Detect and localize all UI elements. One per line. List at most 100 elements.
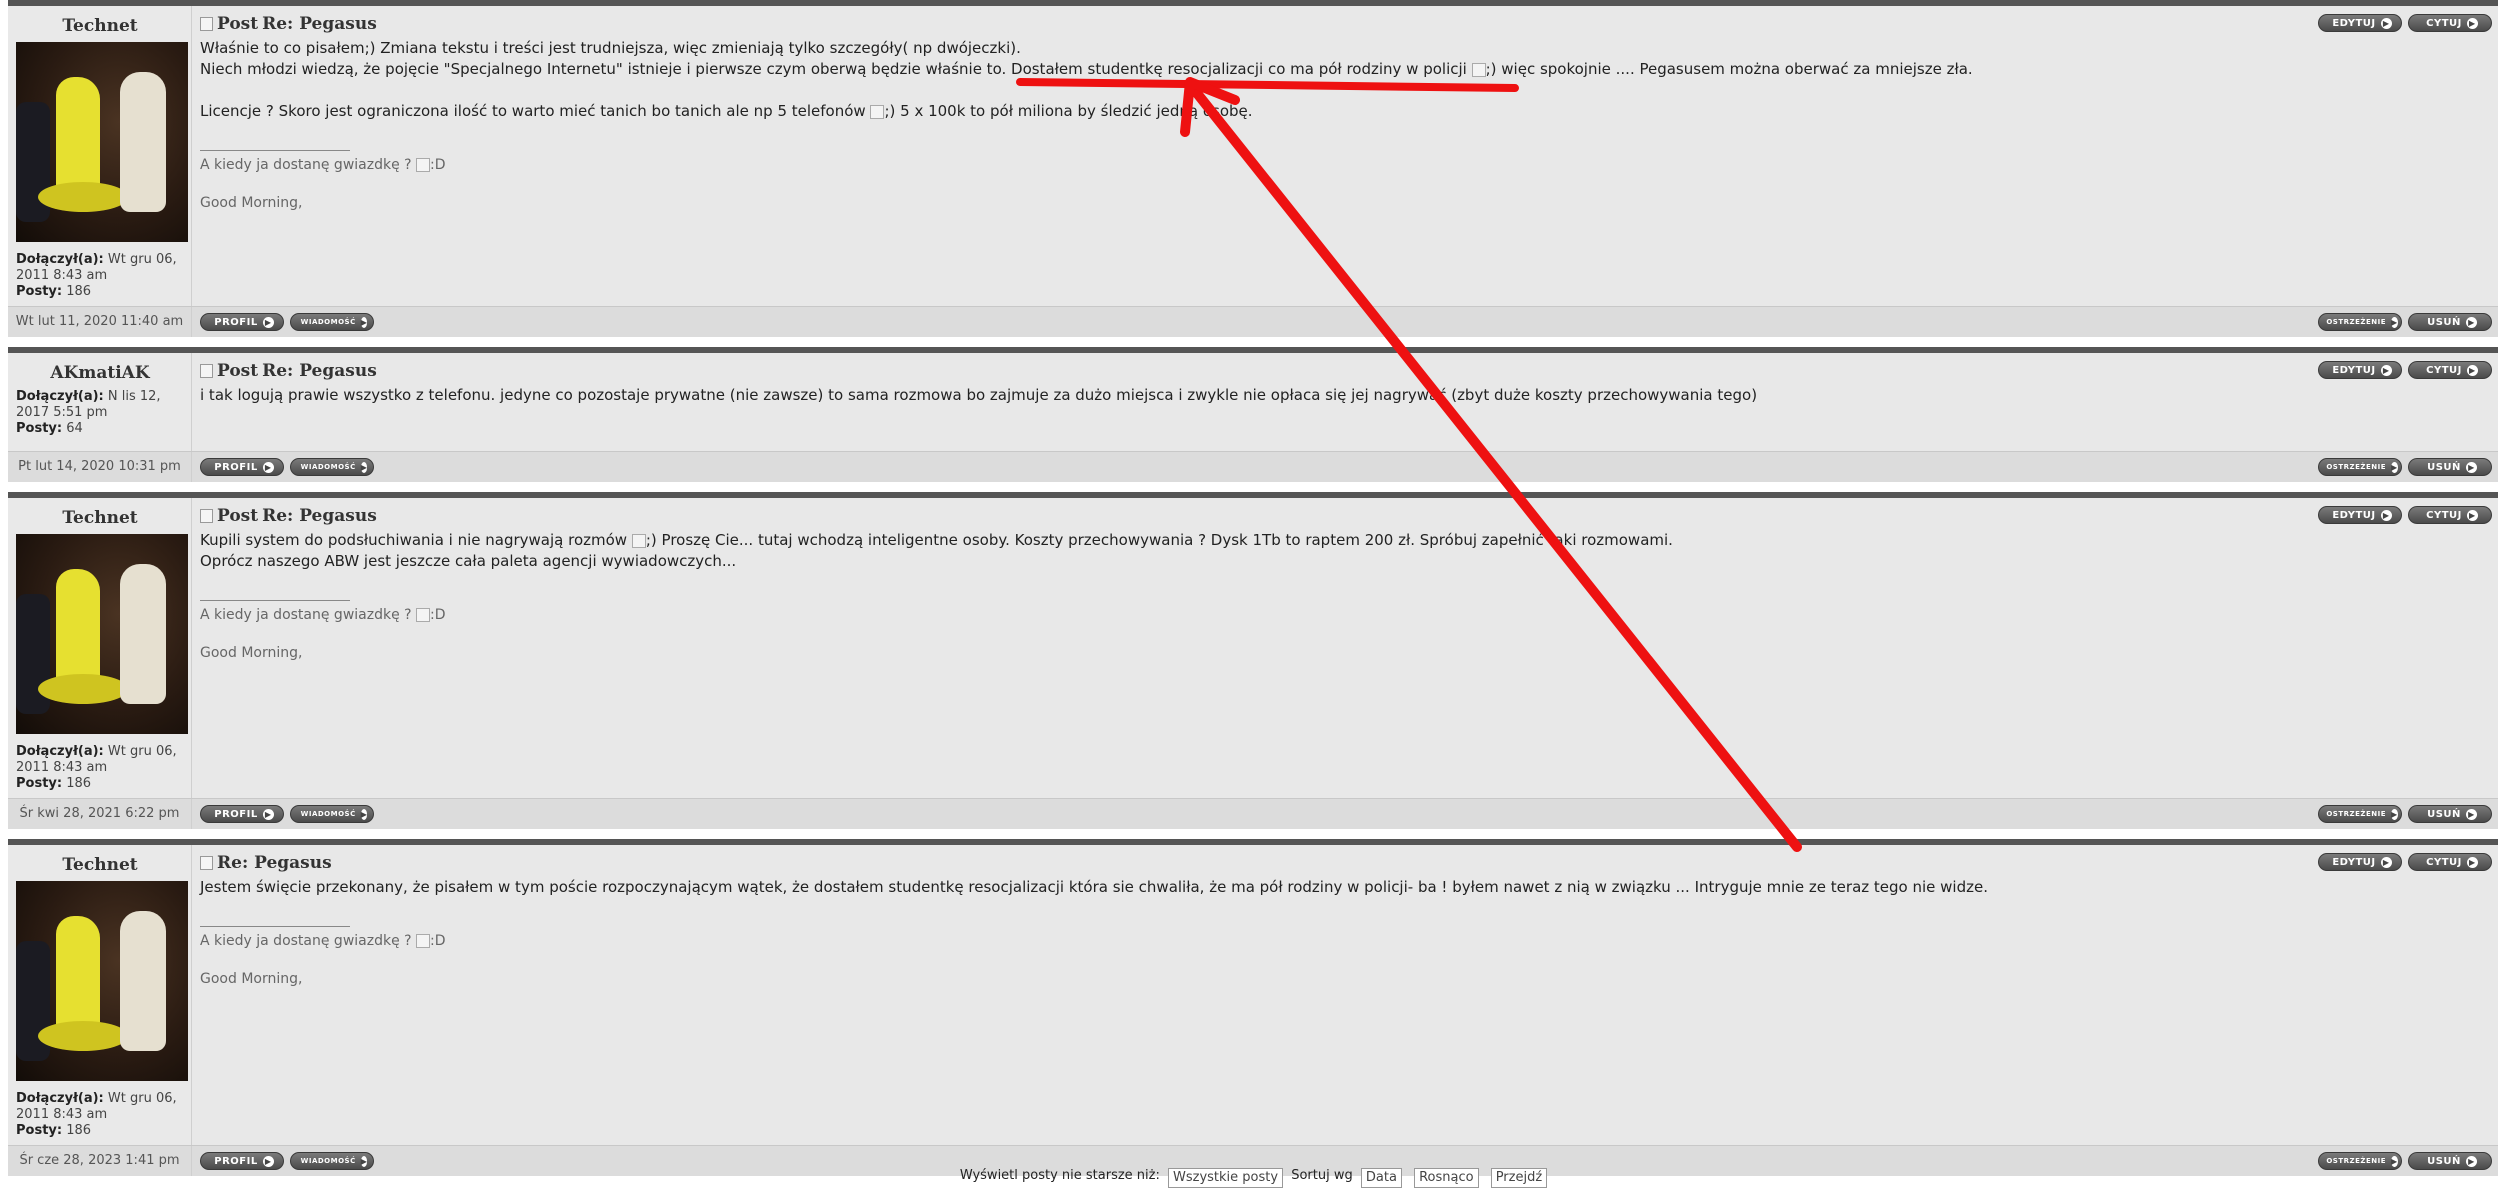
arrow-icon: ▶ [2466,856,2478,868]
quote-button[interactable]: CYTUJ ▶ [2408,14,2492,32]
arrow-icon: ▶ [262,808,274,820]
delete-button[interactable]: USUŃ ▶ [2408,805,2492,823]
profile-button[interactable]: PROFIL ▶ [200,805,284,823]
edit-button[interactable]: EDYTUJ ▶ [2318,14,2402,32]
post-subject[interactable]: Post Re: Pegasus [200,361,2490,381]
post-actions: EDYTUJ ▶ CYTUJ ▶ [2318,506,2492,524]
post-footer: Wt lut 11, 2020 11:40 am PROFIL ▶ WIADOMO… [8,306,2498,337]
message-button[interactable]: WIADOMOŚĆ ▶ [290,805,374,823]
sort-label: Sortuj wg [1291,1168,1353,1183]
show-posts-select[interactable]: Wszystkie posty [1168,1168,1284,1188]
post: AKmatiAK Dołączył(a): N lis 12, 2017 5:5… [8,347,2498,451]
edit-button[interactable]: EDYTUJ ▶ [2318,853,2402,871]
arrow-icon: ▶ [360,461,368,473]
message-button[interactable]: WIADOMOŚĆ ▶ [290,458,374,476]
post-subject[interactable]: Post Re: Pegasus [200,506,2490,526]
author-name[interactable]: Technet [16,855,184,875]
post-icon [200,17,213,31]
post-body: i tak logują prawie wszystko z telefonu.… [200,386,1758,404]
warn-button[interactable]: OSTRZEŻENIE ▶ [2318,805,2402,823]
edit-button[interactable]: EDYTUJ ▶ [2318,506,2402,524]
post-subject[interactable]: Re: Pegasus [200,853,2490,873]
signature: A kiedy ja dostanę gwiazdkę ? :D Good Mo… [200,933,446,987]
sort-key-select[interactable]: Data [1360,1168,1402,1188]
post-content: Post Re: Pegasus i tak logują prawie wsz… [192,353,2498,451]
post-date: Śr kwi 28, 2021 6:22 pm [8,799,192,829]
arrow-icon: ▶ [2465,808,2477,820]
arrow-icon: ▶ [360,808,368,820]
signature-divider [200,926,350,927]
arrow-icon: ▶ [2465,1155,2477,1167]
show-posts-label: Wyświetl posty nie starsze niż: [959,1168,1160,1183]
author-panel: Technet Dołączył(a): Wt gru 06, 2011 8:4… [8,845,192,1145]
arrow-icon: ▶ [262,1155,274,1167]
author-panel: AKmatiAK Dołączył(a): N lis 12, 2017 5:5… [8,353,192,451]
grin-emoticon-icon [416,608,431,622]
profile-button[interactable]: PROFIL ▶ [200,458,284,476]
author-panel: Technet Dołączył(a): Wt gru 06, 2011 8:4… [8,498,192,798]
signature-divider [200,600,350,601]
post-actions: EDYTUJ ▶ CYTUJ ▶ [2318,14,2492,32]
author-name[interactable]: Technet [16,508,184,528]
arrow-icon: ▶ [262,316,274,328]
post-date: Wt lut 11, 2020 11:40 am [8,307,192,337]
post: Technet Dołączył(a): Wt gru 06, 2011 8:4… [8,839,2498,1145]
arrow-icon: ▶ [2466,509,2478,521]
arrow-icon: ▶ [2390,316,2398,328]
warn-button[interactable]: OSTRZEŻENIE ▶ [2318,458,2402,476]
post-content: Re: Pegasus Jestem święcie przekonany, ż… [192,845,2498,1145]
arrow-icon: ▶ [2390,808,2398,820]
post-actions: EDYTUJ ▶ CYTUJ ▶ [2318,361,2492,379]
arrow-icon: ▶ [2466,17,2478,29]
delete-button[interactable]: USUŃ ▶ [2408,313,2492,331]
post-body: Właśnie to co pisałem;) Zmiana tekstu i … [200,39,1973,120]
quote-button[interactable]: CYTUJ ▶ [2408,853,2492,871]
post-subject[interactable]: Post Re: Pegasus [200,14,2490,34]
wink-emoticon-icon [1471,62,1486,77]
arrow-icon: ▶ [2380,364,2392,376]
avatar [16,881,188,1081]
arrow-icon: ▶ [2390,1155,2398,1167]
author-panel: Technet Dołączył(a): Wt gru 06, 2011 8:4… [8,6,192,306]
post-icon [200,364,213,378]
arrow-icon: ▶ [2390,461,2398,473]
author-meta: Dołączył(a): Wt gru 06, 2011 8:43 am Pos… [16,744,177,791]
post-body: Kupili system do podsłuchiwania i nie na… [200,531,1673,570]
arrow-icon: ▶ [2465,316,2477,328]
post-content: Post Re: Pegasus Właśnie to co pisałem;)… [192,6,2498,306]
avatar [16,534,188,734]
signature: A kiedy ja dostanę gwiazdkę ? :D Good Mo… [200,607,446,661]
go-button[interactable]: Przejdź [1490,1168,1548,1188]
delete-button[interactable]: USUŃ ▶ [2408,458,2492,476]
author-meta: Dołączył(a): Wt gru 06, 2011 8:43 am Pos… [16,252,177,299]
post-body: Jestem święcie przekonany, że pisałem w … [200,878,1988,896]
post-date: Pt lut 14, 2020 10:31 pm [8,452,192,482]
edit-button[interactable]: EDYTUJ ▶ [2318,361,2402,379]
post-actions: EDYTUJ ▶ CYTUJ ▶ [2318,853,2492,871]
arrow-icon: ▶ [360,316,368,328]
signature: A kiedy ja dostanę gwiazdkę ? :D Good Mo… [200,157,446,211]
author-name[interactable]: Technet [16,16,184,36]
quote-button[interactable]: CYTUJ ▶ [2408,506,2492,524]
grin-emoticon-icon [416,158,431,172]
post-footer: Pt lut 14, 2020 10:31 pm PROFIL ▶ WIADOMO… [8,451,2498,482]
post-icon [200,509,213,523]
sort-order-select[interactable]: Rosnąco [1414,1168,1479,1188]
warn-button[interactable]: OSTRZEŻENIE ▶ [2318,313,2402,331]
post-footer: Śr kwi 28, 2021 6:22 pm PROFIL ▶ WIADOMOŚ… [8,798,2498,829]
post: Technet Dołączył(a): Wt gru 06, 2011 8:4… [8,0,2498,306]
quote-button[interactable]: CYTUJ ▶ [2408,361,2492,379]
signature-divider [200,150,350,151]
profile-button[interactable]: PROFIL ▶ [200,313,284,331]
wink-emoticon-icon [631,533,646,548]
author-meta: Dołączył(a): N lis 12, 2017 5:51 pm Post… [16,389,161,436]
post-content: Post Re: Pegasus Kupili system do podsłu… [192,498,2498,798]
arrow-icon: ▶ [262,461,274,473]
wink-emoticon-icon [870,104,885,119]
sort-options-bar: Wyświetl posty nie starsze niż: Wszystki… [0,1168,2511,1188]
message-button[interactable]: WIADOMOŚĆ ▶ [290,313,374,331]
arrow-icon: ▶ [2380,856,2392,868]
author-name[interactable]: AKmatiAK [16,363,184,383]
author-meta: Dołączył(a): Wt gru 06, 2011 8:43 am Pos… [16,1091,177,1138]
document-icon [200,856,213,870]
